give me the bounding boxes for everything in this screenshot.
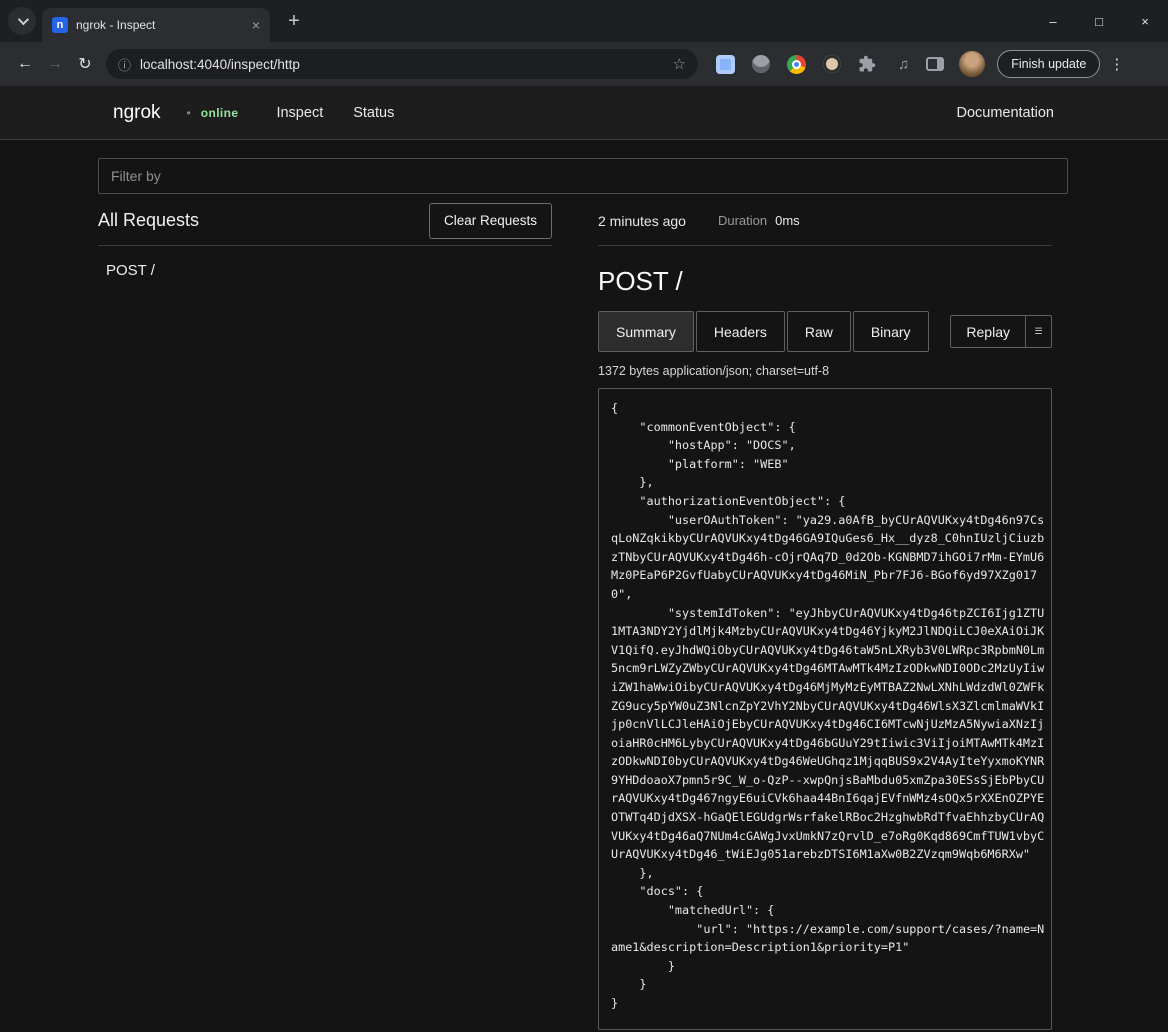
profile-avatar[interactable] — [959, 51, 985, 77]
ngrok-logo[interactable]: ngrok — [113, 102, 161, 124]
duration-label: Duration — [718, 213, 767, 228]
window-close-button[interactable]: × — [1122, 14, 1168, 29]
content-meta: 1372 bytes application/json; charset=utf… — [598, 364, 1052, 378]
clear-requests-button[interactable]: Clear Requests — [429, 203, 552, 239]
ngrok-page: ngrok • online Inspect Status Documentat… — [0, 86, 1168, 1032]
tab-binary[interactable]: Binary — [853, 311, 929, 352]
tab-raw[interactable]: Raw — [787, 311, 851, 352]
extensions-puzzle-icon[interactable] — [858, 55, 876, 73]
new-tab-button[interactable]: + — [280, 7, 308, 35]
request-list-item[interactable]: POST / — [98, 246, 552, 295]
requests-panel: All Requests Clear Requests POST / — [98, 196, 552, 1030]
chevron-down-icon — [18, 14, 29, 25]
extension-icon-3[interactable] — [787, 55, 806, 74]
browser-toolbar: ← → ↻ ⓘ localhost:4040/inspect/http ☆ ♫ … — [0, 42, 1168, 86]
request-detail-panel: 2 minutes ago Duration 0ms POST / Summar… — [582, 196, 1052, 1030]
replay-split-button: Replay ☰ — [950, 315, 1052, 348]
tab-headers[interactable]: Headers — [696, 311, 785, 352]
media-controls-icon[interactable]: ♫ — [898, 56, 909, 73]
browser-tab[interactable]: n ngrok - Inspect × — [42, 8, 270, 42]
tab-summary[interactable]: Summary — [598, 311, 694, 352]
nav-inspect[interactable]: Inspect — [276, 105, 323, 121]
duration-value: 0ms — [775, 213, 800, 228]
side-panel-icon-fill — [937, 59, 942, 69]
inspect-content: All Requests Clear Requests POST / 2 min… — [0, 140, 1168, 1030]
url-text: localhost:4040/inspect/http — [140, 57, 664, 72]
ngrok-favicon-icon: n — [52, 17, 68, 33]
ngrok-header: ngrok • online Inspect Status Documentat… — [0, 86, 1168, 140]
page-info-icon[interactable]: ⓘ — [118, 55, 131, 74]
tab-search-button[interactable] — [8, 7, 36, 35]
window-maximize-button[interactable]: □ — [1076, 14, 1122, 29]
extension-icon-1[interactable] — [716, 55, 735, 74]
request-meta-row: 2 minutes ago Duration 0ms — [598, 196, 1052, 246]
extension-icon-4[interactable] — [823, 55, 841, 73]
omnibox[interactable]: ⓘ localhost:4040/inspect/http ☆ — [106, 49, 698, 79]
all-requests-title: All Requests — [98, 210, 199, 231]
status-dot-icon: • — [187, 106, 191, 120]
reload-icon[interactable]: ↻ — [70, 54, 100, 74]
tunnel-status: online — [201, 106, 239, 120]
replay-options-icon[interactable]: ☰ — [1026, 315, 1052, 348]
extension-icon-3-dot — [792, 60, 801, 69]
extension-icons-row — [716, 55, 876, 74]
tab-close-icon[interactable]: × — [252, 17, 260, 33]
browser-tab-strip: n ngrok - Inspect × + – □ × — [0, 0, 1168, 42]
nav-documentation[interactable]: Documentation — [956, 105, 1054, 121]
tab-title: ngrok - Inspect — [76, 18, 244, 32]
window-minimize-button[interactable]: – — [1030, 14, 1076, 29]
detail-tabs-row: Summary Headers Raw Binary Replay ☰ — [598, 311, 1052, 352]
request-body[interactable]: { "commonEventObject": { "hostApp": "DOC… — [598, 388, 1052, 1030]
window-controls: – □ × — [1030, 0, 1168, 42]
requests-panel-header: All Requests Clear Requests — [98, 196, 552, 246]
extension-icon-2[interactable] — [752, 55, 770, 73]
request-time: 2 minutes ago — [598, 213, 686, 229]
filter-input[interactable] — [98, 158, 1068, 194]
nav-status[interactable]: Status — [353, 105, 394, 121]
side-panel-icon[interactable] — [926, 57, 944, 71]
request-title: POST / — [598, 266, 1052, 297]
replay-button[interactable]: Replay — [950, 315, 1026, 348]
forward-icon[interactable]: → — [40, 55, 70, 73]
back-icon[interactable]: ← — [10, 55, 40, 73]
bookmark-star-icon[interactable]: ☆ — [673, 55, 686, 73]
browser-window: n ngrok - Inspect × + – □ × ← → ↻ ⓘ loca… — [0, 0, 1168, 1032]
finish-update-button[interactable]: Finish update — [997, 50, 1100, 78]
browser-menu-icon[interactable]: ⋮ — [1109, 55, 1124, 73]
